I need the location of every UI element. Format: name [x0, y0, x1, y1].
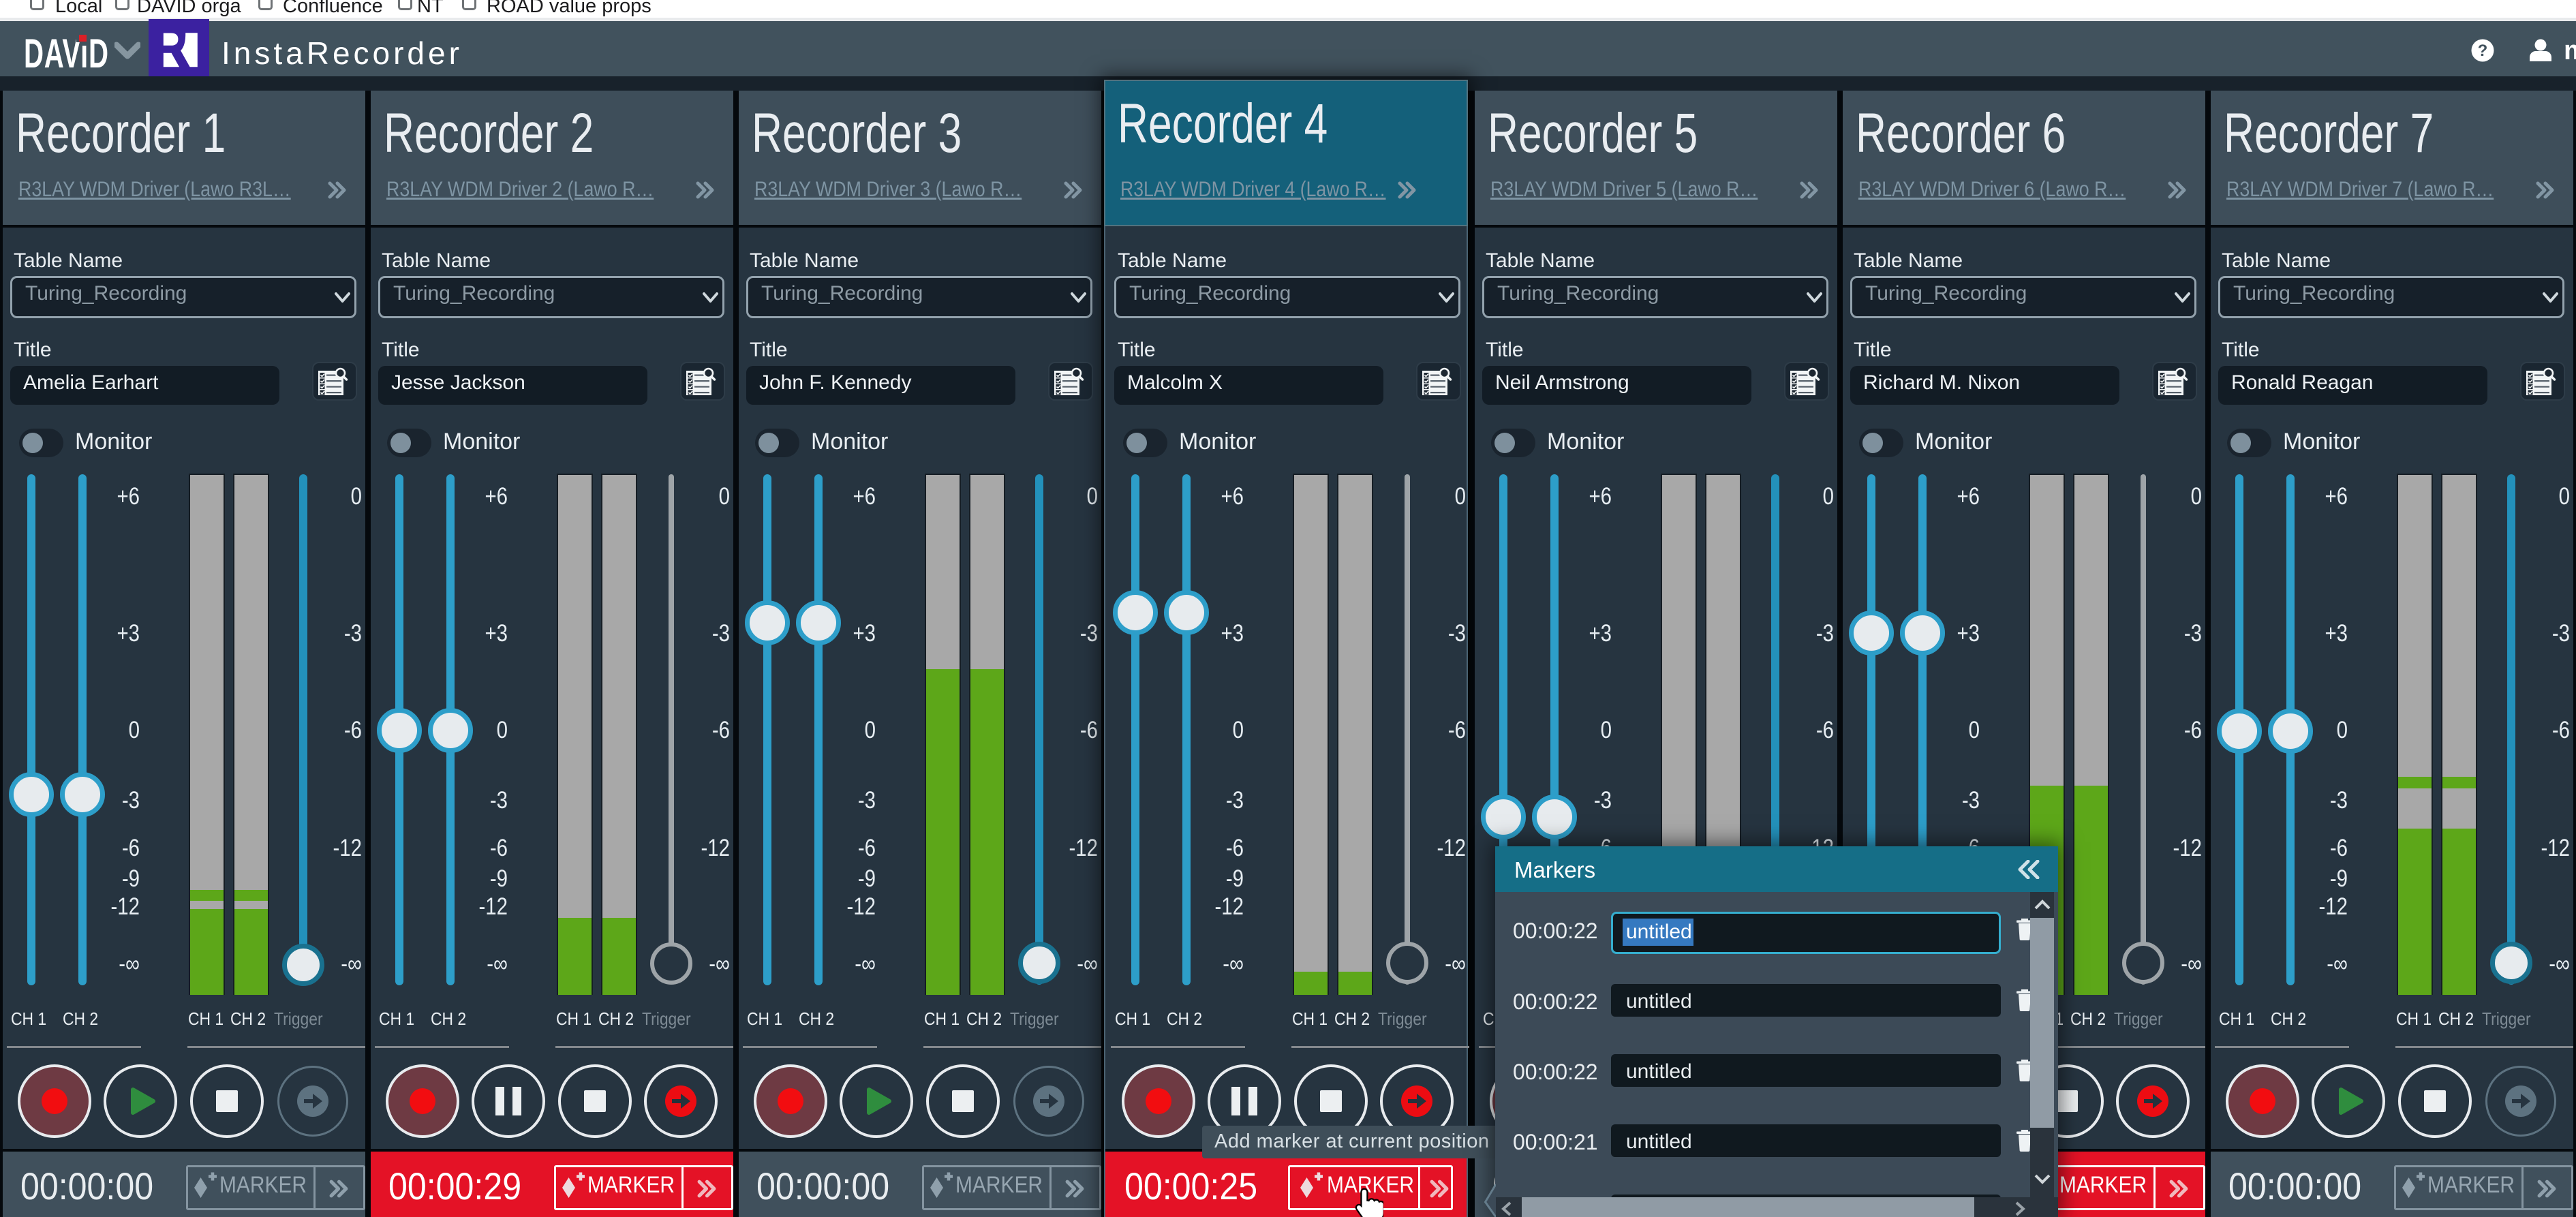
svg-text:?: ?: [2478, 42, 2488, 60]
